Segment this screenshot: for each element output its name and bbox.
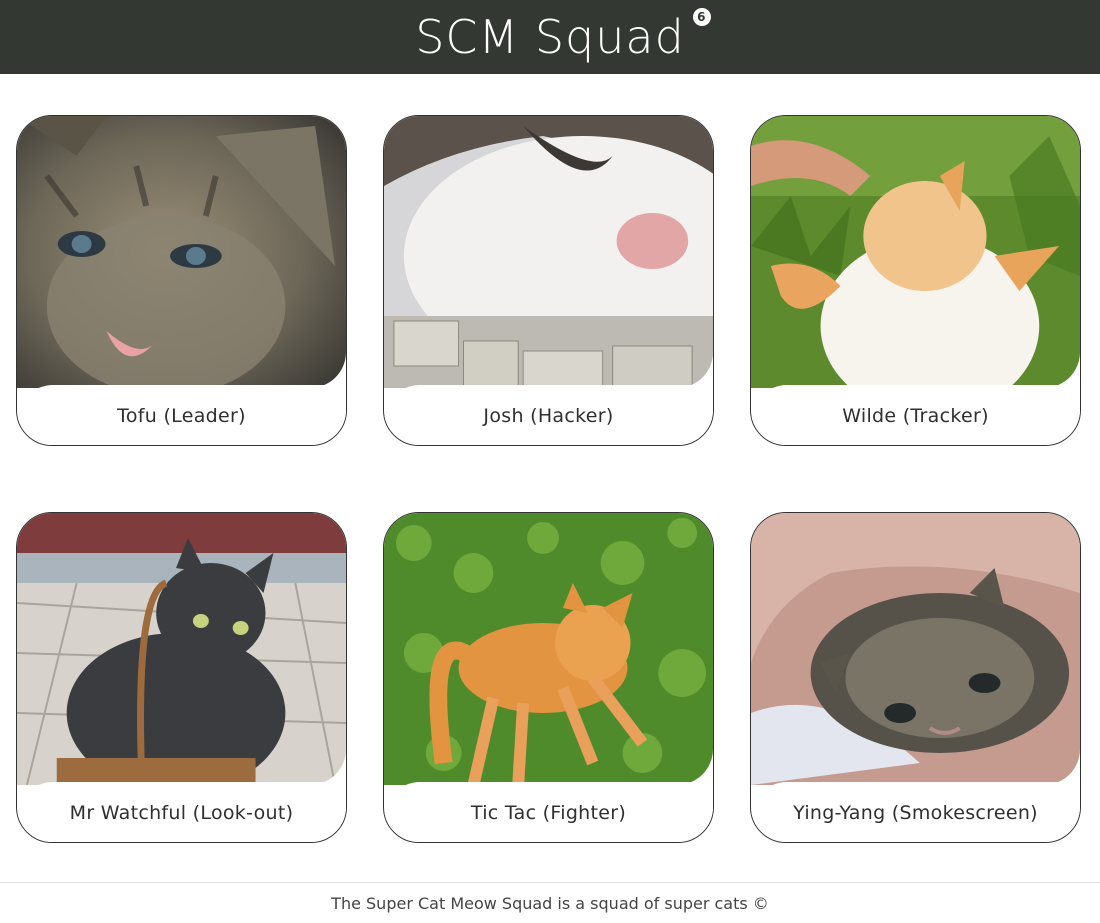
site-header: SCM Squad 6 [0, 0, 1100, 74]
site-title: SCM Squad 6 [415, 8, 711, 60]
cat-photo-tic-tac [384, 513, 713, 785]
footer-text: The Super Cat Meow Squad is a squad of s… [331, 893, 769, 913]
cat-name-ying-yang: Ying-Yang (Smokescreen) [793, 801, 1038, 824]
cat-photo-wilde [751, 116, 1080, 388]
cat-name-josh: Josh (Hacker) [483, 404, 614, 427]
cat-card-mr-watchful[interactable]: Mr Watchful (Look-out) [16, 512, 347, 843]
cat-photo-mr-watchful [17, 513, 346, 785]
cat-grid: Tofu (Leader) Josh (Hacker) Wilde (Track… [16, 115, 1081, 843]
cat-name-wilde: Wilde (Tracker) [842, 404, 989, 427]
cat-card-josh[interactable]: Josh (Hacker) [383, 115, 714, 446]
cat-card-wilde[interactable]: Wilde (Tracker) [750, 115, 1081, 446]
squad-count-badge: 6 [692, 8, 711, 26]
site-footer: The Super Cat Meow Squad is a squad of s… [0, 882, 1100, 923]
site-title-text: SCM Squad [415, 10, 685, 64]
cat-name-tofu: Tofu (Leader) [117, 404, 246, 427]
cat-name-mr-watchful: Mr Watchful (Look-out) [69, 801, 294, 824]
cat-card-tic-tac[interactable]: Tic Tac (Fighter) [383, 512, 714, 843]
cat-photo-ying-yang [751, 513, 1080, 785]
cat-card-tofu[interactable]: Tofu (Leader) [16, 115, 347, 446]
cat-photo-josh [384, 116, 713, 388]
cat-card-ying-yang[interactable]: Ying-Yang (Smokescreen) [750, 512, 1081, 843]
cat-photo-tofu [17, 116, 346, 388]
cat-name-tic-tac: Tic Tac (Fighter) [470, 801, 627, 824]
